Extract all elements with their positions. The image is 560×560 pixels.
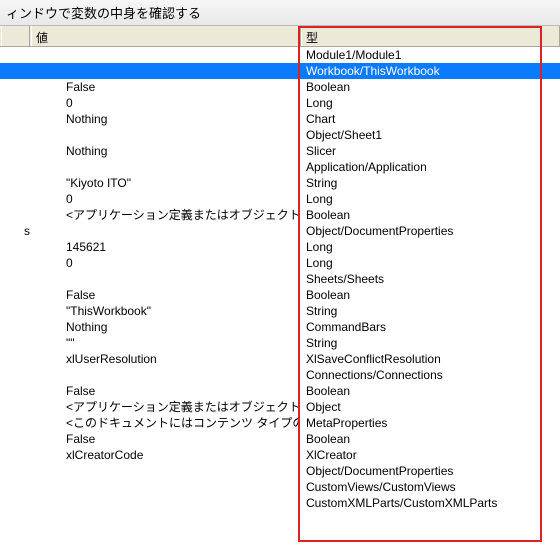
table-row[interactable]: Application/Application (0, 159, 560, 175)
cell-type: Boolean (300, 383, 560, 399)
table-row[interactable]: NothingCommandBars (0, 319, 560, 335)
cell-type: String (300, 303, 560, 319)
cell-value: 0 (30, 255, 300, 271)
cell-type: String (300, 175, 560, 191)
table-row[interactable]: NothingChart (0, 111, 560, 127)
header-type-label: 型 (306, 29, 318, 46)
table-row[interactable]: FalseBoolean (0, 287, 560, 303)
table-row[interactable]: Object/DocumentProperties (0, 463, 560, 479)
cell-type: CommandBars (300, 319, 560, 335)
table-row[interactable]: "Kiyoto ITO"String (0, 175, 560, 191)
cell-value: <アプリケーション定義またはオブジェクト定 (30, 399, 300, 415)
table-row[interactable]: CustomXMLParts/CustomXMLParts (0, 495, 560, 511)
rows-container: Module1/Module1Workbook/ThisWorkbookFals… (0, 47, 560, 511)
table-row[interactable]: NothingSlicer (0, 143, 560, 159)
cell-value: False (30, 383, 300, 399)
cell-type: XlSaveConflictResolution (300, 351, 560, 367)
table-row[interactable]: FalseBoolean (0, 79, 560, 95)
cell-value (30, 63, 300, 79)
header-blank[interactable] (0, 26, 30, 46)
table-row[interactable]: 0Long (0, 95, 560, 111)
cell-value: "ThisWorkbook" (30, 303, 300, 319)
cell-value (30, 463, 300, 479)
cell-value: False (30, 431, 300, 447)
table-row[interactable]: 0Long (0, 191, 560, 207)
table-row[interactable]: ""String (0, 335, 560, 351)
cell-type: Object/DocumentProperties (300, 223, 560, 239)
cell-value (30, 495, 300, 511)
cell-type: Boolean (300, 287, 560, 303)
cell-value: <アプリケーション定義またはオブジェクト定 (30, 207, 300, 223)
cell-type: Boolean (300, 79, 560, 95)
cell-value: 0 (30, 191, 300, 207)
title-bar: ィンドウで変数の中身を確認する (0, 0, 560, 26)
cell-value: False (30, 79, 300, 95)
cell-type: Object/Sheet1 (300, 127, 560, 143)
cell-value: "" (30, 335, 300, 351)
header-value[interactable]: 値 (30, 26, 300, 46)
cell-type: Module1/Module1 (300, 47, 560, 63)
cell-value: Nothing (30, 319, 300, 335)
header-value-label: 値 (36, 29, 48, 46)
cell-value: 0 (30, 95, 300, 111)
cell-value (30, 479, 300, 495)
cell-value (30, 367, 300, 383)
cell-value (30, 159, 300, 175)
cell-value: xlUserResolution (30, 351, 300, 367)
cell-type: Boolean (300, 207, 560, 223)
cell-type: CustomViews/CustomViews (300, 479, 560, 495)
cell-value (30, 271, 300, 287)
table-row[interactable]: Module1/Module1 (0, 47, 560, 63)
cell-type: Application/Application (300, 159, 560, 175)
cell-type: Connections/Connections (300, 367, 560, 383)
cell-type: Long (300, 239, 560, 255)
cell-value: Nothing (30, 143, 300, 159)
cell-type: String (300, 335, 560, 351)
table-row[interactable]: xlUserResolutionXlSaveConflictResolution (0, 351, 560, 367)
cell-value (30, 127, 300, 143)
cell-value (30, 223, 300, 239)
table-row[interactable]: <このドキュメントにはコンテンツ タイプのMetaProperties (0, 415, 560, 431)
cell-value: Nothing (30, 111, 300, 127)
table-row[interactable]: 145621Long (0, 239, 560, 255)
debug-window: ィンドウで変数の中身を確認する 値 型 Module1/Module1Workb… (0, 0, 560, 560)
table-row[interactable]: CustomViews/CustomViews (0, 479, 560, 495)
table-row[interactable]: <アプリケーション定義またはオブジェクト定Object (0, 399, 560, 415)
cell-type: Boolean (300, 431, 560, 447)
table-row[interactable]: xlCreatorCodeXlCreator (0, 447, 560, 463)
table-row[interactable]: FalseBoolean (0, 383, 560, 399)
cell-type: Object/DocumentProperties (300, 463, 560, 479)
cell-type: Workbook/ThisWorkbook (300, 63, 560, 79)
table-row[interactable]: FalseBoolean (0, 431, 560, 447)
column-header: 値 型 (0, 26, 560, 47)
cell-type: Long (300, 255, 560, 271)
table-row[interactable]: 0Long (0, 255, 560, 271)
window-title: ィンドウで変数の中身を確認する (6, 6, 201, 21)
table-row[interactable]: Workbook/ThisWorkbook (0, 63, 560, 79)
table-row[interactable]: "ThisWorkbook"String (0, 303, 560, 319)
cell-type: CustomXMLParts/CustomXMLParts (300, 495, 560, 511)
cell-type: Long (300, 95, 560, 111)
cell-value: False (30, 287, 300, 303)
cell-value: <このドキュメントにはコンテンツ タイプの (30, 415, 300, 431)
table-row[interactable]: <アプリケーション定義またはオブジェクト定Boolean (0, 207, 560, 223)
cell-value (30, 47, 300, 63)
table-row[interactable]: sObject/DocumentProperties (0, 223, 560, 239)
table-row[interactable]: Connections/Connections (0, 367, 560, 383)
table-row[interactable]: Sheets/Sheets (0, 271, 560, 287)
header-type[interactable]: 型 (300, 26, 560, 46)
cell-type: Object (300, 399, 560, 415)
cell-type: Chart (300, 111, 560, 127)
cell-value: xlCreatorCode (30, 447, 300, 463)
table-row[interactable]: Object/Sheet1 (0, 127, 560, 143)
cell-value: 145621 (30, 239, 300, 255)
cell-value: "Kiyoto ITO" (30, 175, 300, 191)
cell-type: Sheets/Sheets (300, 271, 560, 287)
cell-type: Long (300, 191, 560, 207)
cell-type: Slicer (300, 143, 560, 159)
cell-type: MetaProperties (300, 415, 560, 431)
cell-type: XlCreator (300, 447, 560, 463)
